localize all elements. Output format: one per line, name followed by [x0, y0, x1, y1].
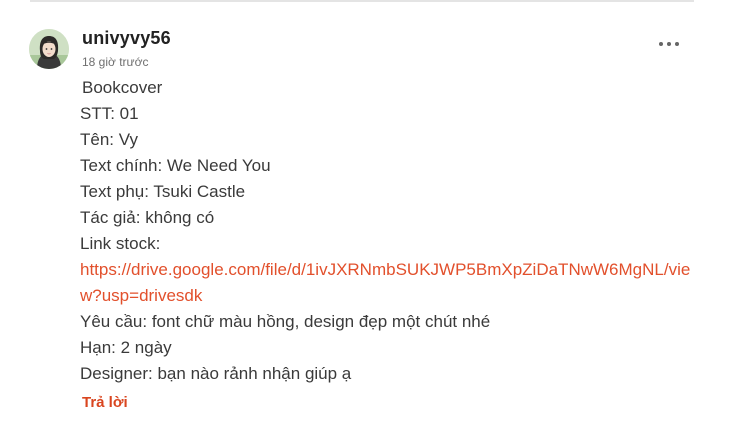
- comment-line: Yêu cầu: font chữ màu hồng, design đẹp m…: [80, 312, 491, 331]
- stock-link[interactable]: https://drive.google.com/file/d/1ivJXRNm…: [80, 257, 700, 309]
- more-horizontal-icon: [659, 42, 663, 46]
- username[interactable]: univyvy56: [82, 28, 171, 49]
- more-horizontal-icon: [675, 42, 679, 46]
- comment-line: Text chính: We Need You: [80, 156, 271, 175]
- comment-line: Hạn: 2 ngày: [80, 338, 172, 357]
- more-options-button[interactable]: [652, 34, 686, 54]
- more-horizontal-icon: [667, 42, 671, 46]
- comment-line: STT: 01: [80, 104, 139, 123]
- comment-card: univyvy56 18 giờ trước Bookcover STT: 01…: [0, 0, 734, 428]
- timestamp: 18 giờ trước: [82, 55, 149, 69]
- comment-line: Designer: bạn nào rảnh nhận giúp ạ: [80, 364, 352, 383]
- comment-line: Text phụ: Tsuki Castle: [80, 182, 246, 201]
- comment-body: Bookcover STT: 01 Tên: Vy Text chính: We…: [80, 75, 710, 387]
- avatar-image: [29, 29, 69, 69]
- comment-line: Bookcover: [82, 78, 163, 97]
- comment-line: Link stock:: [80, 234, 161, 253]
- comment-line: Tên: Vy: [80, 130, 138, 149]
- reply-button[interactable]: Trả lời: [82, 394, 128, 411]
- comment-line: Tác giả: không có: [80, 208, 215, 227]
- avatar[interactable]: [29, 29, 69, 69]
